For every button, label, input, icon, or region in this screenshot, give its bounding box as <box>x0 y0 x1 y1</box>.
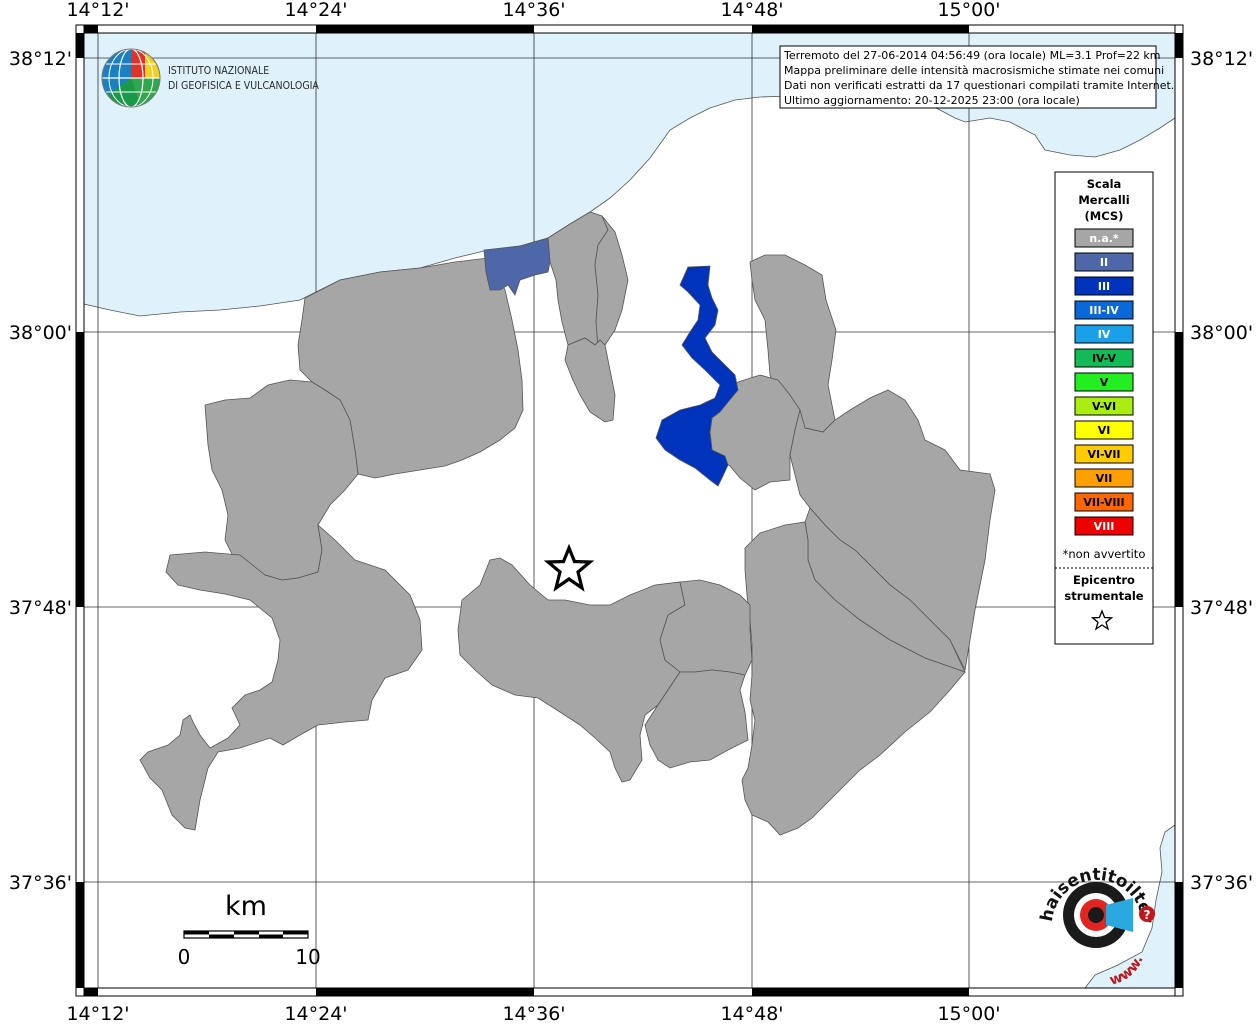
legend-swatch-label: III-IV <box>1089 304 1119 317</box>
lat-label: 38°00' <box>9 322 72 344</box>
legend-swatch-label: VII <box>1096 472 1113 485</box>
legend-swatch-label: VII-VIII <box>1083 496 1124 509</box>
lon-labels-top: 14°12' 14°24' 14°36' 14°48' 15°00' <box>66 0 1000 21</box>
lon-labels-bottom: 14°12' 14°24' 14°36' 14°48' 15°00' <box>66 1003 1000 1024</box>
info-line-description: Mappa preliminare delle intensità macros… <box>784 64 1164 77</box>
lat-label: 37°36' <box>9 872 72 894</box>
legend-title-2: Mercalli <box>1078 193 1129 207</box>
lon-label: 14°24' <box>284 0 347 21</box>
lat-label: 38°12' <box>9 48 72 70</box>
info-line-event: Terremoto del 27-06-2014 04:56:49 (ora l… <box>783 49 1161 62</box>
legend-swatch-label: IV <box>1098 328 1111 341</box>
legend-swatch-label: II <box>1100 256 1108 269</box>
lon-label: 14°36' <box>502 1003 565 1024</box>
legend-swatch-label: V <box>1100 376 1109 389</box>
lon-label: 14°24' <box>284 1003 347 1024</box>
info-line-updated: Ultimo aggiornamento: 20-12-2025 23:00 (… <box>784 94 1080 107</box>
scale-end: 10 <box>295 945 320 969</box>
legend-swatch-label: V-VI <box>1092 400 1116 413</box>
ingv-name-line2: DI GEOFISICA E VULCANOLOGIA <box>168 80 319 92</box>
lon-label: 14°48' <box>720 1003 783 1024</box>
scale-unit: km <box>225 891 267 922</box>
ingv-name-line1: ISTITUTO NAZIONALE <box>168 65 269 77</box>
legend-epicenter-2: strumentale <box>1064 589 1143 603</box>
lat-label: 37°48' <box>9 597 72 619</box>
lat-label: 38°12' <box>1190 48 1253 70</box>
legend-epicenter-1: Epicentro <box>1073 573 1135 587</box>
legend-swatch-label: III <box>1098 280 1110 293</box>
lat-label: 37°36' <box>1190 872 1253 894</box>
legend-swatch-label: n.a.* <box>1089 232 1119 245</box>
lon-label: 14°12' <box>66 1003 129 1024</box>
lat-label: 37°48' <box>1190 597 1253 619</box>
info-line-data-note: Dati non verificati estratti da 17 quest… <box>784 79 1174 92</box>
legend-swatch-label: VI <box>1098 424 1111 437</box>
legend-note: *non avvertito <box>1063 547 1146 561</box>
lon-label: 15°00' <box>937 0 1000 21</box>
lon-label: 14°36' <box>502 0 565 21</box>
legend-title-1: Scala <box>1087 177 1122 191</box>
scale-start: 0 <box>178 945 191 969</box>
question-mark: ? <box>1144 908 1151 922</box>
info-box: Terremoto del 27-06-2014 04:56:49 (ora l… <box>779 45 1174 109</box>
legend-title-3: (MCS) <box>1085 209 1124 223</box>
legend: Scala Mercalli (MCS) n.a.*IIIIIIII-IVIVI… <box>1054 171 1154 645</box>
lat-labels-left: 38°12' 38°00' 37°48' 37°36' <box>9 48 72 894</box>
lat-labels-right: 38°12' 38°00' 37°48' 37°36' <box>1190 48 1253 894</box>
lon-label: 14°48' <box>720 0 783 21</box>
legend-swatch-label: IV-V <box>1092 352 1117 365</box>
lon-label: 14°12' <box>66 0 129 21</box>
lon-label: 15°00' <box>937 1003 1000 1024</box>
legend-swatch-label: VI-VII <box>1087 448 1120 461</box>
intensity-map: 14°12' 14°24' 14°36' 14°48' 15°00' 14°12… <box>0 0 1253 1024</box>
legend-swatch-label: VIII <box>1094 520 1115 533</box>
globe-icon <box>101 48 161 108</box>
lat-label: 38°00' <box>1190 322 1253 344</box>
